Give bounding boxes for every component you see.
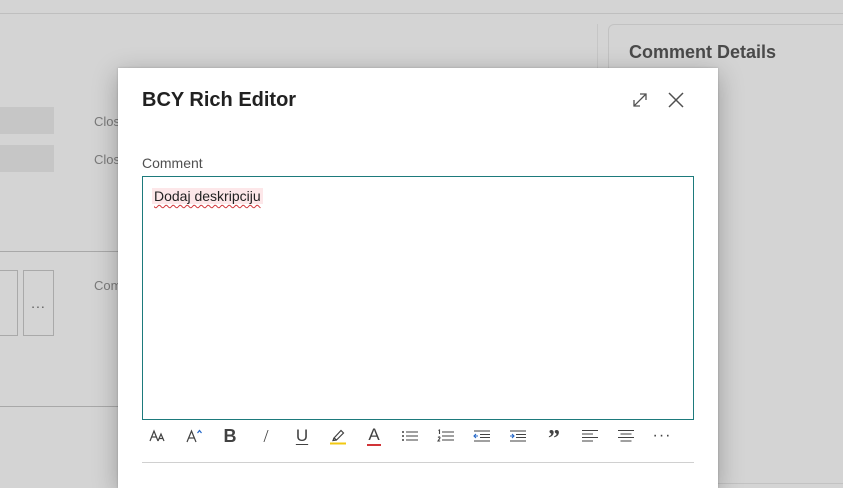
background-divider-1 bbox=[0, 251, 120, 252]
bold-icon[interactable]: B bbox=[217, 424, 243, 448]
grow-font-icon[interactable] bbox=[181, 424, 207, 448]
quote-icon[interactable]: ” bbox=[541, 424, 567, 452]
font-color-icon[interactable]: A bbox=[361, 424, 387, 448]
underline-icon[interactable]: U bbox=[289, 424, 315, 448]
background-box bbox=[0, 270, 18, 336]
italic-icon[interactable]: / bbox=[253, 424, 279, 448]
background-field-1 bbox=[0, 107, 54, 134]
comment-label: Comment bbox=[142, 155, 203, 171]
rich-editor-dialog: BCY Rich Editor Comment Dodaj deskripcij… bbox=[118, 68, 718, 488]
font-size-icon[interactable] bbox=[145, 424, 171, 448]
background-label-3: Com bbox=[94, 278, 118, 293]
more-icon[interactable]: ··· bbox=[649, 424, 675, 448]
font-color-bar bbox=[367, 443, 381, 446]
editor-content[interactable]: Dodaj deskripciju bbox=[152, 188, 263, 204]
comment-editor[interactable]: Dodaj deskripciju bbox=[142, 176, 694, 420]
dialog-divider bbox=[142, 462, 694, 463]
background-more-button: ... bbox=[23, 270, 54, 336]
align-center-icon[interactable] bbox=[613, 424, 639, 448]
formatting-toolbar: B / U A ” ··· bbox=[142, 424, 694, 452]
background-top-divider bbox=[0, 13, 843, 14]
background-label-1: Clos bbox=[94, 114, 118, 129]
background-divider-2 bbox=[0, 406, 120, 407]
close-icon[interactable] bbox=[664, 88, 688, 112]
dialog-title: BCY Rich Editor bbox=[142, 89, 297, 111]
expand-icon[interactable] bbox=[628, 88, 652, 112]
decrease-indent-icon[interactable] bbox=[469, 424, 495, 448]
font-color-glyph: A bbox=[368, 424, 380, 444]
numbered-list-icon[interactable] bbox=[433, 424, 459, 448]
side-panel-title: Comment Details bbox=[629, 42, 777, 62]
align-left-icon[interactable] bbox=[577, 424, 603, 448]
background-label-2: Clos bbox=[94, 152, 118, 167]
bulleted-list-icon[interactable] bbox=[397, 424, 423, 448]
increase-indent-icon[interactable] bbox=[505, 424, 531, 448]
background-field-2 bbox=[0, 145, 54, 172]
highlight-icon[interactable] bbox=[325, 424, 351, 448]
